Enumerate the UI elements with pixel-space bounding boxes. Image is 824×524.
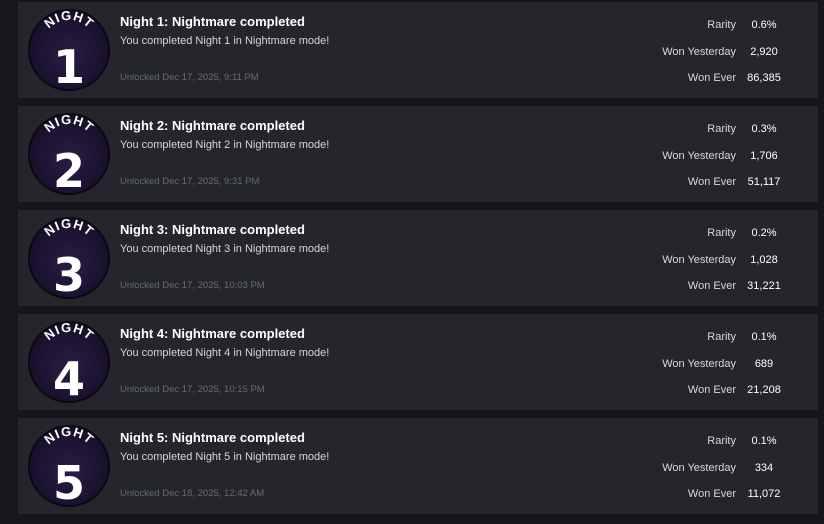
won-yesterday-value: 2,920 xyxy=(750,46,778,58)
won-ever-value: 51,117 xyxy=(747,176,781,188)
unlock-date: Unlocked Dec 17, 2025, 10:03 PM xyxy=(120,280,265,291)
rarity-label: Rarity xyxy=(707,227,736,239)
night-5-badge-icon: NIGHT 5 xyxy=(28,425,110,507)
won-ever-value: 86,385 xyxy=(747,72,781,84)
won-yesterday-value: 334 xyxy=(754,462,774,474)
badge-word: NIGHT xyxy=(41,9,96,31)
achievement-description: You completed Night 1 in Nightmare mode! xyxy=(120,35,330,47)
achievement-title: Night 1: Nightmare completed xyxy=(120,14,305,29)
won-ever-label: Won Ever xyxy=(687,488,736,500)
badge-word: NIGHT xyxy=(41,425,96,447)
unlock-date: Unlocked Dec 17, 2025, 9:11 PM xyxy=(120,72,259,83)
achievement-description: You completed Night 3 in Nightmare mode! xyxy=(120,243,330,255)
won-yesterday-label: Won Yesterday xyxy=(662,358,736,370)
won-ever-value: 21,208 xyxy=(747,384,781,396)
rarity-label: Rarity xyxy=(707,331,736,343)
rarity-label: Rarity xyxy=(707,19,736,31)
rarity-value: 0.1% xyxy=(751,435,777,447)
rarity-label: Rarity xyxy=(707,435,736,447)
achievement-card-night-2[interactable]: NIGHT 2 Night 2: Nightmare completed You… xyxy=(18,106,818,202)
unlock-date: Unlocked Dec 18, 2025, 12:42 AM xyxy=(120,488,265,499)
rarity-label: Rarity xyxy=(707,123,736,135)
achievement-title: Night 5: Nightmare completed xyxy=(120,430,305,445)
rarity-value: 0.6% xyxy=(751,19,777,31)
won-yesterday-value: 689 xyxy=(754,358,774,370)
rarity-value: 0.2% xyxy=(751,227,777,239)
unlock-date: Unlocked Dec 17, 2025, 10:15 PM xyxy=(120,384,265,395)
badge-word: NIGHT xyxy=(41,217,96,239)
badge-number: 3 xyxy=(53,248,85,299)
won-yesterday-value: 1,706 xyxy=(750,150,778,162)
won-ever-value: 11,072 xyxy=(747,488,781,500)
won-ever-label: Won Ever xyxy=(687,72,736,84)
achievement-title: Night 2: Nightmare completed xyxy=(120,118,305,133)
svg-text:NIGHT: NIGHT xyxy=(41,113,97,135)
svg-text:NIGHT: NIGHT xyxy=(41,217,97,239)
night-3-badge-icon: NIGHT 3 xyxy=(28,217,110,299)
achievement-card-night-4[interactable]: NIGHT 4 Night 4: Nightmare completed You… xyxy=(18,314,818,410)
won-ever-label: Won Ever xyxy=(687,176,736,188)
won-yesterday-label: Won Yesterday xyxy=(662,254,736,266)
badge-number: 5 xyxy=(53,456,85,507)
badge-number: 1 xyxy=(53,40,85,91)
won-yesterday-label: Won Yesterday xyxy=(662,46,736,58)
achievement-title: Night 4: Nightmare completed xyxy=(120,326,305,341)
svg-text:NIGHT: NIGHT xyxy=(41,425,97,447)
unlock-date: Unlocked Dec 17, 2025, 9:31 PM xyxy=(120,176,260,187)
won-ever-label: Won Ever xyxy=(687,280,736,292)
badge-number: 4 xyxy=(53,352,85,403)
svg-text:NIGHT: NIGHT xyxy=(41,321,97,343)
badge-word: NIGHT xyxy=(41,321,96,343)
night-1-badge-icon: NIGHT 1 xyxy=(28,9,110,91)
badge-word: NIGHT xyxy=(41,113,96,135)
achievement-card-night-1[interactable]: NIGHT 1 Night 1: Nightmare completed You… xyxy=(18,2,818,98)
night-4-badge-icon: NIGHT 4 xyxy=(28,321,110,403)
won-ever-label: Won Ever xyxy=(687,384,736,396)
won-yesterday-label: Won Yesterday xyxy=(662,150,736,162)
rarity-value: 0.3% xyxy=(751,123,777,135)
achievement-description: You completed Night 5 in Nightmare mode! xyxy=(120,451,330,463)
won-ever-value: 31,221 xyxy=(747,280,781,292)
achievement-title: Night 3: Nightmare completed xyxy=(120,222,305,237)
rarity-value: 0.1% xyxy=(751,331,777,343)
won-yesterday-value: 1,028 xyxy=(750,254,778,266)
achievement-card-night-3[interactable]: NIGHT 3 Night 3: Nightmare completed You… xyxy=(18,210,818,306)
svg-text:NIGHT: NIGHT xyxy=(41,9,97,31)
won-yesterday-label: Won Yesterday xyxy=(662,462,736,474)
achievement-description: You completed Night 4 in Nightmare mode! xyxy=(120,347,330,359)
badge-number: 2 xyxy=(53,144,85,195)
achievement-description: You completed Night 2 in Nightmare mode! xyxy=(120,139,330,151)
night-2-badge-icon: NIGHT 2 xyxy=(28,113,110,195)
achievement-card-night-5[interactable]: NIGHT 5 Night 5: Nightmare completed You… xyxy=(18,418,818,514)
